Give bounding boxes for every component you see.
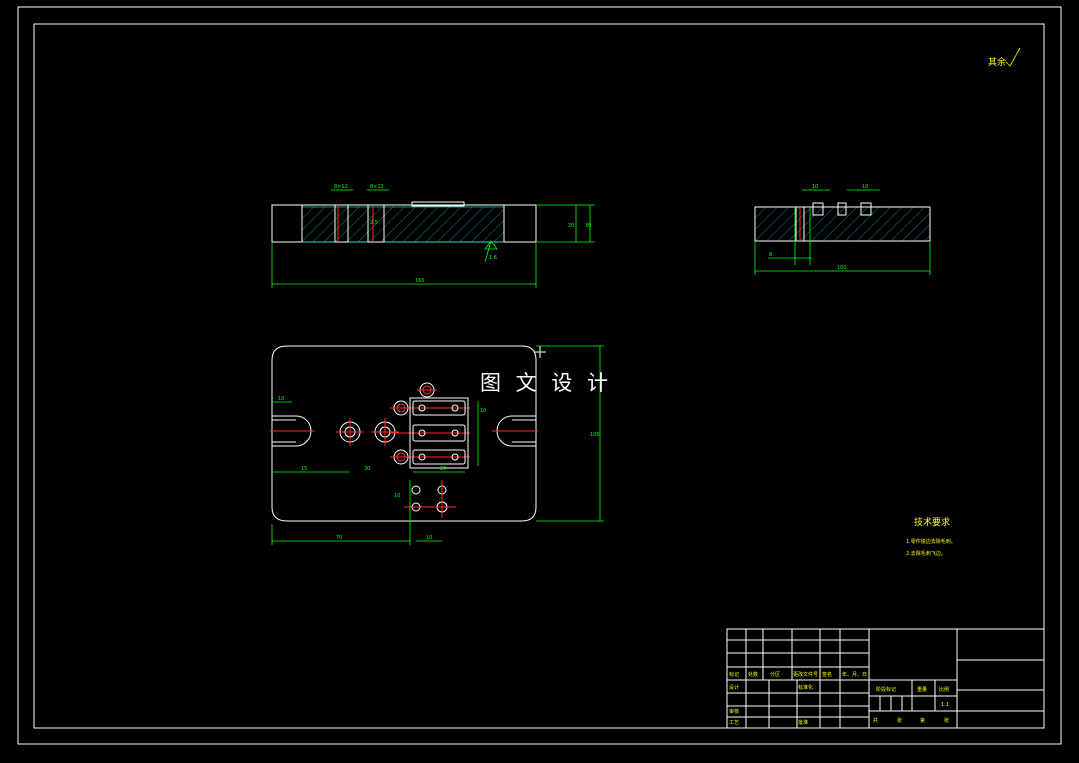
plan-dim-f: 10 bbox=[426, 535, 432, 541]
front-dim-1: 8×12 bbox=[334, 184, 348, 190]
front-dim-total: 160 bbox=[415, 278, 425, 284]
plan-dim-a: 10 bbox=[278, 396, 284, 402]
tb-review: 审核 bbox=[729, 708, 739, 715]
front-dim-3: 2.5 bbox=[370, 220, 378, 226]
tb-design: 设计 bbox=[729, 684, 739, 691]
tb-scale-value: 1:1 bbox=[941, 702, 949, 708]
title-block: 标记 处数 分区 更改文件号 签名 年、月、日 设计 标准化 审核 工艺 批准 … bbox=[726, 628, 1045, 729]
front-dim-h1: 20 bbox=[568, 223, 574, 229]
plan-dim-h: 10 bbox=[480, 408, 486, 414]
tb-approve: 批准 bbox=[798, 719, 808, 726]
tech-req-line-1: 1.零件锐边去除毛刺。 bbox=[906, 538, 956, 545]
front-roughness: 1.6 bbox=[489, 255, 497, 261]
tb-stage-mark: 阶段标记 bbox=[876, 686, 896, 693]
tb-sheet-4: 张 bbox=[944, 717, 949, 724]
plan-dim-d: 20 bbox=[440, 466, 446, 472]
plan-dim-e: 70 bbox=[336, 535, 342, 541]
side-section-view: 10 10 100 8 bbox=[754, 184, 931, 275]
tb-label-change: 更改文件号 bbox=[793, 671, 818, 678]
plan-dim-i: 10 bbox=[394, 493, 400, 499]
side-dim-total: 100 bbox=[837, 265, 847, 271]
tb-sheet-3: 第 bbox=[920, 717, 925, 724]
front-dim-h2: 30 bbox=[585, 223, 591, 229]
side-dim-1: 10 bbox=[812, 184, 818, 190]
side-dim-h: 8 bbox=[769, 252, 772, 258]
tb-sheet-2: 张 bbox=[897, 717, 902, 724]
tb-weight: 重量 bbox=[917, 686, 927, 693]
tech-req-line-2: 2.去除毛刺飞边。 bbox=[906, 550, 946, 557]
tech-req-title: 技术要求 bbox=[914, 516, 950, 528]
tb-label-mark: 标记 bbox=[729, 671, 739, 678]
technical-requirements: 技术要求 1.零件锐边去除毛刺。 2.去除毛刺飞边。 bbox=[906, 516, 956, 557]
plan-dim-c: 30 bbox=[364, 466, 370, 472]
front-dim-2: 8×12 bbox=[370, 184, 384, 190]
tb-scale-label: 比例 bbox=[939, 686, 949, 693]
tb-label-count: 处数 bbox=[748, 671, 758, 678]
watermark: 图 文 设 计 bbox=[480, 371, 612, 395]
roughness-note: 其余 bbox=[988, 56, 1006, 68]
drawing-canvas: 其余 8×12 8×12 2.5 160 20 30 1.6 10 10 100… bbox=[17, 6, 1062, 745]
tb-sheet-1: 共 bbox=[873, 717, 878, 724]
tb-standard: 标准化 bbox=[798, 684, 813, 691]
tb-label-sign: 签名 bbox=[822, 671, 832, 678]
tb-label-zone: 分区 bbox=[770, 671, 780, 678]
plan-dim-b: 15 bbox=[301, 466, 307, 472]
roughness-symbol: 其余 bbox=[988, 47, 1021, 68]
tb-process: 工艺 bbox=[729, 720, 739, 726]
side-dim-2: 10 bbox=[862, 184, 868, 190]
plan-dim-g: 100 bbox=[590, 432, 600, 438]
front-section-view: 8×12 8×12 2.5 160 20 30 1.6 bbox=[271, 184, 595, 288]
tb-label-date: 年、月、日 bbox=[842, 671, 867, 678]
